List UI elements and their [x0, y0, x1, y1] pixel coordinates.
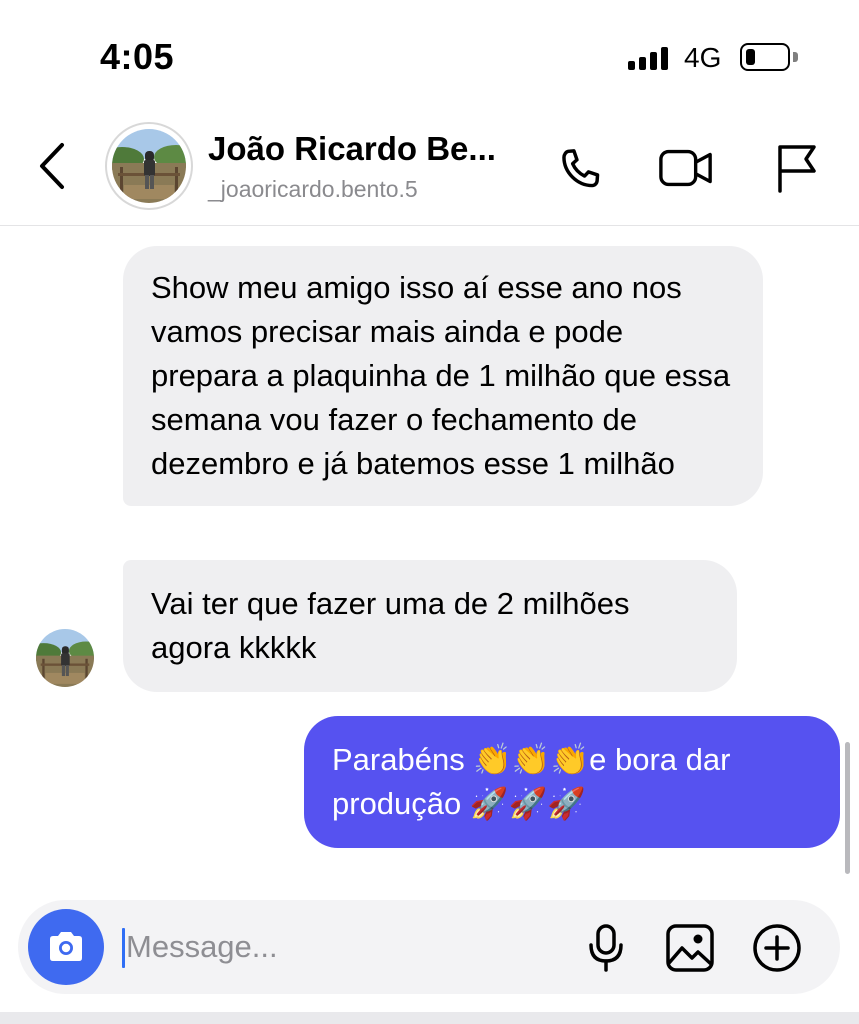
avatar-photo [112, 129, 186, 203]
outgoing-message-bubble[interactable]: Parabéns 👏👏👏e bora dar produção 🚀🚀🚀 [304, 716, 840, 848]
flag-icon [778, 145, 816, 193]
contact-username[interactable]: _joaoricardo.bento.5 [208, 176, 418, 203]
sender-avatar[interactable] [36, 629, 94, 687]
battery-level [746, 49, 755, 65]
battery-icon [740, 43, 790, 71]
signal-strength-icon [628, 46, 668, 70]
report-button[interactable] [768, 140, 824, 196]
chevron-left-icon [40, 143, 64, 189]
battery-cap [793, 52, 798, 62]
camera-icon [50, 932, 82, 961]
image-icon [666, 924, 714, 972]
phone-icon [562, 149, 600, 188]
home-indicator-area [0, 1012, 859, 1024]
contact-name[interactable]: João Ricardo Be... [208, 130, 496, 168]
microphone-icon [589, 924, 623, 972]
gallery-button[interactable] [662, 920, 718, 976]
network-type: 4G [684, 42, 722, 73]
camera-button[interactable] [28, 909, 104, 985]
conversation-header: João Ricardo Be... _joaoricardo.bento.5 [0, 110, 859, 226]
message-composer [18, 900, 840, 994]
incoming-message-bubble[interactable]: Show meu amigo isso aí esse ano nos vamo… [123, 246, 763, 506]
plus-circle-icon [753, 924, 801, 972]
text-caret [122, 928, 125, 968]
more-options-button[interactable] [749, 920, 805, 976]
back-button[interactable] [30, 140, 74, 192]
status-time: 4:05 [100, 36, 175, 77]
incoming-message-bubble[interactable]: Vai ter que fazer uma de 2 milhões agora… [123, 560, 737, 692]
scrollbar[interactable] [845, 742, 850, 874]
message-input[interactable] [126, 922, 546, 972]
call-button[interactable] [552, 140, 608, 196]
status-bar: 4:05 4G [0, 0, 859, 110]
voice-message-button[interactable] [578, 920, 634, 976]
video-camera-icon [659, 149, 712, 187]
contact-avatar[interactable] [105, 122, 193, 210]
video-call-button[interactable] [658, 140, 714, 196]
